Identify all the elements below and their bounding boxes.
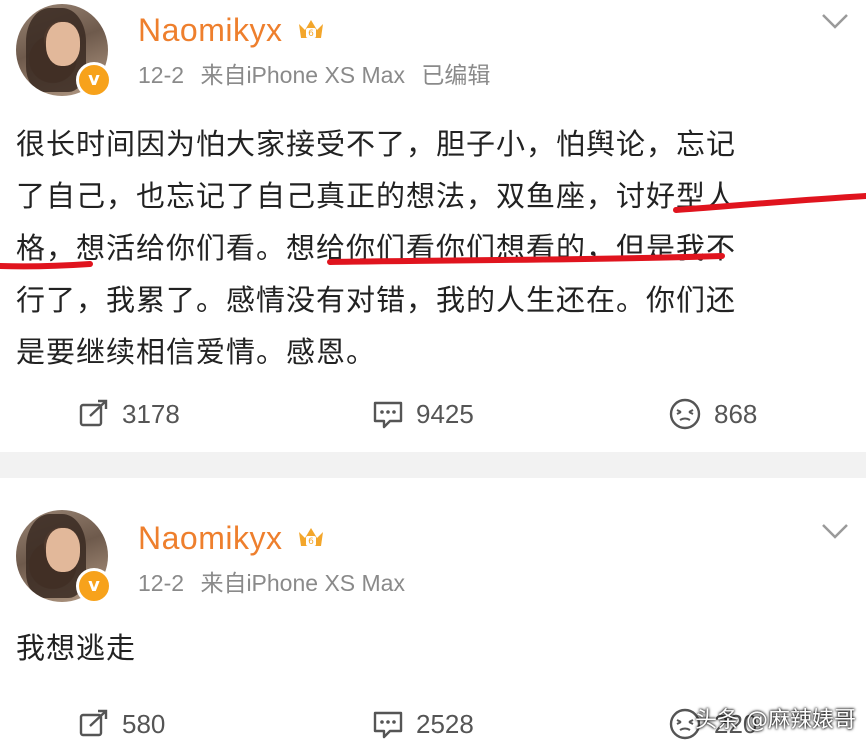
like-icon <box>669 398 701 430</box>
content-line: 是要继续相信爱情。感恩。 <box>16 335 377 369</box>
post-content: 我想逃走 <box>16 622 856 674</box>
post-date: 12-2 <box>138 62 185 88</box>
watermark: 头条 @麻辣婊哥 <box>695 708 856 733</box>
red-underline-annotation <box>0 193 866 270</box>
like-button[interactable]: 868 <box>668 394 757 434</box>
comment-icon <box>373 711 403 739</box>
repost-icon <box>79 709 108 737</box>
content-line: 行了，我累了。感情没有对错，我的人生还在。你们还 <box>16 283 737 317</box>
post-source[interactable]: 来自iPhone XS Max <box>200 62 405 88</box>
content-line: 我想逃走 <box>16 631 137 665</box>
svg-text:6: 6 <box>308 29 314 39</box>
post-meta: 12-2 来自iPhone XS Max <box>138 564 415 598</box>
crown-icon: 6 <box>299 528 323 547</box>
username[interactable]: Naomikyx <box>138 520 282 557</box>
weibo-post-2: v Naomikyx 6 12-2 来自iPhone XS Max 我想逃走 5… <box>0 478 866 746</box>
repost-count: 580 <box>122 708 166 739</box>
chevron-down-icon[interactable] <box>820 12 850 30</box>
crown-icon: 6 <box>299 20 323 39</box>
repost-count: 3178 <box>122 398 180 429</box>
comment-count: 2528 <box>416 708 474 739</box>
repost-button[interactable]: 580 <box>78 704 165 744</box>
post-date: 12-2 <box>138 570 185 596</box>
svg-text:6: 6 <box>308 537 314 547</box>
weibo-post-1: v Naomikyx 6 12-2 来自iPhone XS Max 已编辑 很长… <box>0 0 866 452</box>
verified-badge-icon: v <box>76 568 112 604</box>
post-separator <box>0 452 866 478</box>
action-bar: 3178 9425 868 <box>0 394 866 434</box>
verified-badge-icon: v <box>76 62 112 98</box>
repost-icon <box>79 399 108 427</box>
comment-count: 9425 <box>416 398 474 429</box>
comment-icon <box>373 401 403 429</box>
repost-button[interactable]: 3178 <box>78 394 180 434</box>
chevron-down-icon[interactable] <box>820 522 850 540</box>
like-count: 868 <box>714 398 758 429</box>
comment-button[interactable]: 9425 <box>372 394 474 434</box>
edited-label[interactable]: 已编辑 <box>421 62 490 88</box>
content-line: 很长时间因为怕大家接受不了，胆子小，怕舆论，忘记 <box>16 127 737 161</box>
post-source[interactable]: 来自iPhone XS Max <box>200 570 405 596</box>
username[interactable]: Naomikyx <box>138 12 282 49</box>
post-meta: 12-2 来自iPhone XS Max 已编辑 <box>138 56 500 90</box>
comment-button[interactable]: 2528 <box>372 704 474 744</box>
